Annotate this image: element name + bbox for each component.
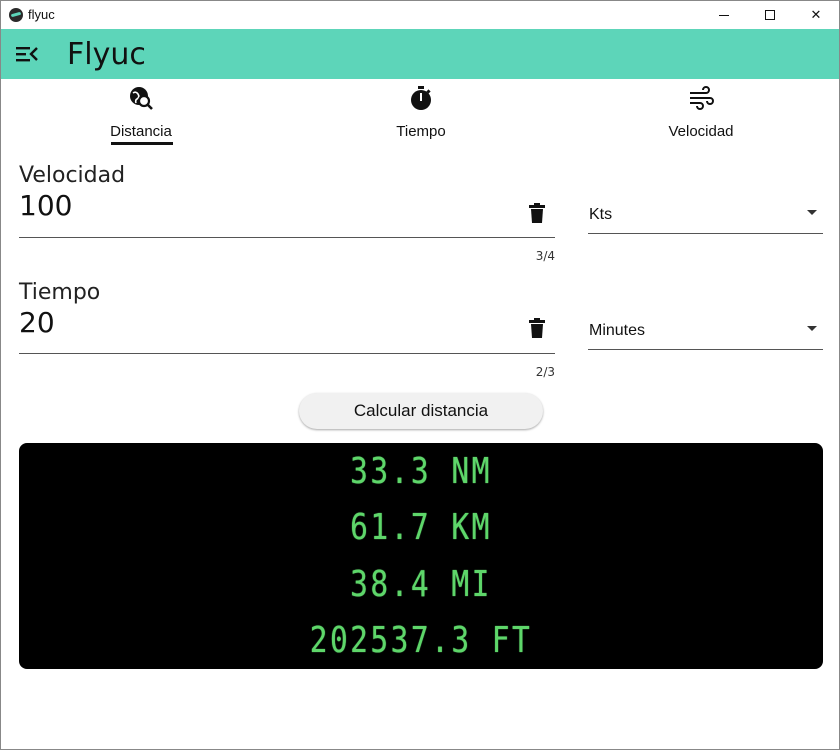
minimize-button[interactable]: [701, 1, 747, 29]
menu-collapse-icon[interactable]: [15, 44, 39, 64]
tiempo-input[interactable]: 20: [19, 306, 55, 339]
tab-velocidad[interactable]: Velocidad: [621, 79, 781, 149]
result-feet: 202537.3 FT: [309, 620, 533, 661]
tab-label: Tiempo: [396, 123, 446, 140]
result-kilometers: 61.7 KM: [350, 507, 492, 548]
tiempo-label: Tiempo: [19, 280, 101, 305]
chevron-down-icon: [807, 210, 817, 215]
tab-label: Velocidad: [668, 123, 734, 140]
result-nautical-miles: 33.3 NM: [350, 451, 492, 492]
maximize-button[interactable]: [747, 1, 793, 29]
velocidad-field[interactable]: Velocidad 100 3/4: [19, 163, 555, 263]
tab-bar: Distancia Tiempo Velocidad: [1, 79, 839, 149]
title-bar: flyuc ✕: [1, 1, 839, 29]
velocidad-counter: 3/4: [535, 249, 555, 263]
velocidad-unit-select[interactable]: Kts: [588, 194, 823, 234]
clear-tiempo-button[interactable]: [529, 318, 545, 338]
app-logo-icon: [9, 8, 23, 22]
app-title: Flyuc: [67, 37, 146, 72]
result-miles: 38.4 MI: [350, 564, 492, 605]
window-title: flyuc: [28, 7, 55, 22]
stopwatch-icon: [408, 85, 434, 111]
maximize-icon: [765, 10, 775, 20]
app-window: flyuc ✕ Flyuc Distancia Tiempo Velocidad…: [0, 0, 840, 750]
results-display: 33.3 NM 61.7 KM 38.4 MI 202537.3 FT: [19, 443, 823, 669]
velocidad-underline: [19, 237, 555, 238]
trash-icon: [529, 203, 545, 223]
tiempo-field[interactable]: Tiempo 20 2/3: [19, 280, 555, 380]
tab-tiempo[interactable]: Tiempo: [341, 79, 501, 149]
velocidad-input[interactable]: 100: [19, 189, 72, 222]
globe-search-icon: [128, 85, 154, 111]
tiempo-unit-value: Minutes: [589, 322, 646, 339]
close-button[interactable]: ✕: [793, 1, 839, 29]
tiempo-underline: [19, 353, 555, 354]
minimize-icon: [719, 14, 729, 16]
app-bar: Flyuc: [1, 29, 839, 79]
select-underline: [588, 233, 823, 234]
clear-velocidad-button[interactable]: [529, 203, 545, 223]
tiempo-counter: 2/3: [535, 365, 555, 379]
trash-icon: [529, 318, 545, 338]
velocidad-unit-value: Kts: [589, 206, 613, 223]
tab-label: Distancia: [110, 123, 172, 140]
tab-indicator: [111, 142, 173, 145]
wind-icon: [688, 85, 714, 111]
tiempo-unit-select[interactable]: Minutes: [588, 310, 823, 350]
chevron-down-icon: [807, 326, 817, 331]
calculate-distance-button[interactable]: Calcular distancia: [299, 393, 543, 429]
close-icon: ✕: [810, 7, 822, 22]
velocidad-label: Velocidad: [19, 163, 126, 188]
tab-distancia[interactable]: Distancia: [61, 79, 221, 149]
select-underline: [588, 349, 823, 350]
